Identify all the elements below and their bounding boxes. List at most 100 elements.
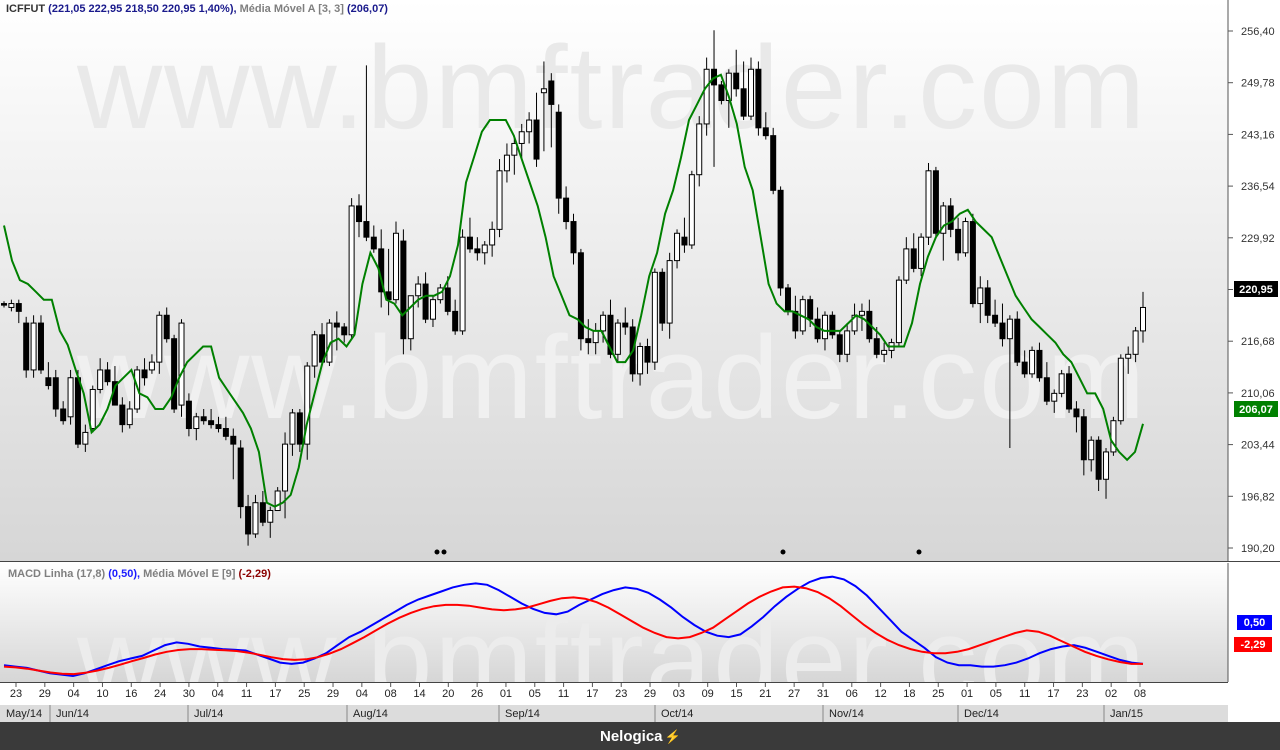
candle — [67, 369, 74, 425]
candle-down — [370, 236, 377, 250]
candle — [659, 268, 666, 331]
candle-up — [858, 310, 865, 316]
x-tick-label: 25 — [932, 688, 944, 700]
symbol-label: ICFFUT — [6, 3, 46, 15]
ma-value: (206,07) — [347, 3, 388, 15]
x-tick-label: 23 — [615, 688, 627, 700]
candle — [171, 334, 178, 413]
candle-down — [356, 205, 363, 223]
candle-up — [918, 236, 925, 269]
trading-chart[interactable]: www.bmftrader.com www.bmftrader.com 256,… — [0, 0, 1280, 750]
candle — [496, 159, 503, 238]
candle-up — [592, 330, 599, 344]
x-tick-label: 17 — [269, 688, 281, 700]
x-tick-label: 08 — [1134, 688, 1146, 700]
candle-up — [674, 232, 681, 262]
candle-down — [992, 314, 999, 324]
macd-label: MACD Linha (17,8) — [8, 568, 106, 580]
candle-up — [429, 299, 436, 320]
candle-down — [777, 189, 784, 289]
candle-up — [518, 131, 525, 144]
month-label: Nov/14 — [829, 708, 864, 720]
candle-up — [1125, 353, 1132, 359]
candle-down — [533, 119, 540, 160]
candle — [30, 315, 37, 378]
candle-down — [163, 314, 170, 340]
month-label: Jan/15 — [1110, 708, 1143, 720]
candle-down — [230, 435, 237, 445]
candle-down — [1043, 377, 1050, 402]
y-tick-label: 203,44 — [1241, 440, 1275, 452]
candle-up — [903, 248, 910, 281]
x-tick-label: 01 — [500, 688, 512, 700]
candle-down — [23, 322, 30, 371]
candle-down — [296, 412, 303, 445]
signal-value: (-2,29) — [238, 568, 271, 580]
event-dot — [780, 549, 786, 555]
candle-down — [910, 248, 917, 269]
month-label: Oct/14 — [661, 708, 693, 720]
candle-up — [503, 154, 510, 172]
candle-down — [733, 72, 740, 90]
x-tick-label: 09 — [702, 688, 714, 700]
candle — [651, 268, 658, 370]
candle-up — [282, 443, 289, 492]
candle-up — [193, 416, 200, 430]
candle-down — [1, 303, 7, 306]
x-tick-label: 03 — [673, 688, 685, 700]
candle-up — [178, 322, 185, 406]
candle-down — [681, 236, 688, 246]
candle-up — [895, 279, 902, 344]
candle — [400, 229, 407, 355]
candle — [23, 316, 30, 378]
x-tick-label: 01 — [961, 688, 973, 700]
svg-text:206,07: 206,07 — [1239, 404, 1273, 416]
candle-up — [156, 314, 163, 363]
candle-up — [821, 314, 828, 340]
x-tick-label: 31 — [817, 688, 829, 700]
event-dot — [434, 549, 440, 555]
ohlc-values: (221,05 222,95 218,50 220,95 1,40%), — [48, 3, 237, 15]
candle-down — [740, 88, 747, 117]
x-tick-label: 04 — [356, 688, 368, 700]
candle-down — [563, 197, 570, 223]
candle-down — [999, 322, 1006, 340]
candle-down — [245, 506, 252, 535]
month-label: Sep/14 — [505, 708, 540, 720]
x-tick-label: 24 — [154, 688, 166, 700]
candle — [829, 311, 836, 339]
candle-down — [422, 283, 429, 320]
candle-up — [703, 68, 710, 125]
candle — [348, 198, 355, 339]
candle-up — [1117, 357, 1124, 422]
candle — [577, 248, 584, 351]
candle-up — [67, 377, 74, 418]
candle-down — [452, 310, 459, 332]
candle-down — [141, 369, 148, 379]
svg-text:220,95: 220,95 — [1239, 284, 1273, 296]
svg-text:0,50: 0,50 — [1244, 617, 1265, 629]
candle-down — [1080, 416, 1087, 461]
candle — [459, 229, 466, 335]
candle-down — [1014, 318, 1021, 363]
price-panel[interactable]: www.bmftrader.com www.bmftrader.com 256,… — [0, 0, 1280, 561]
candle-down — [548, 80, 555, 105]
candle-down — [873, 338, 880, 355]
y-tick-label: 243,16 — [1241, 129, 1275, 141]
x-tick-label: 10 — [96, 688, 108, 700]
candle-up — [1006, 318, 1013, 340]
candle-down — [969, 221, 976, 305]
candle-down — [585, 338, 592, 344]
candle — [962, 217, 969, 257]
candle — [555, 104, 562, 214]
candle-up — [1132, 330, 1139, 355]
x-tick-label: 05 — [529, 688, 541, 700]
candle-up — [8, 303, 15, 308]
month-label: Jul/14 — [194, 708, 223, 720]
candle-down — [444, 287, 451, 312]
candle-up — [82, 431, 89, 445]
y-tick-label: 216,68 — [1241, 336, 1275, 348]
candle-down — [208, 420, 215, 426]
x-tick-label: 17 — [586, 688, 598, 700]
candle-up — [977, 287, 984, 305]
